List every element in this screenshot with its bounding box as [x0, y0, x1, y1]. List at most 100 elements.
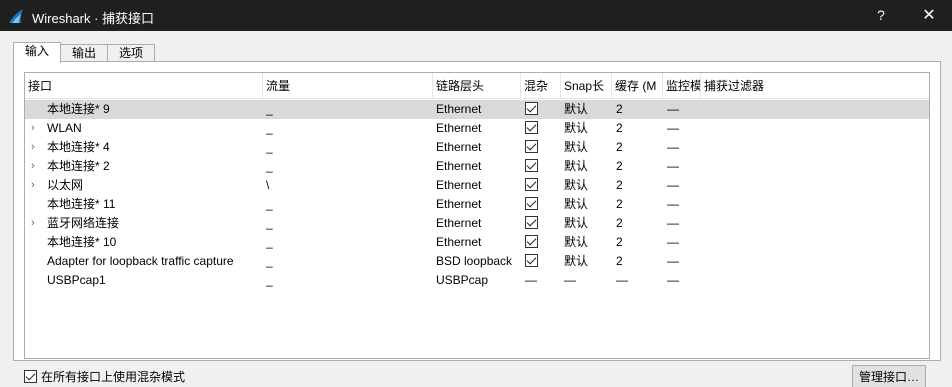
table-row[interactable]: › 本地连接* 2 _ Ethernet 默认 2 — — [25, 157, 929, 176]
cell-traffic: _ — [266, 216, 273, 230]
cell-traffic: _ — [266, 197, 273, 211]
expand-chevron-icon[interactable]: › — [31, 214, 41, 233]
checkbox-checked-icon[interactable] — [525, 140, 538, 154]
cell-link-layer: Ethernet — [436, 159, 482, 173]
checkbox-checked-icon[interactable] — [525, 254, 538, 268]
cell-interface: 本地连接* 2 — [47, 159, 110, 173]
promisc-all-checkbox[interactable]: 在所有接口上使用混杂模式 — [24, 369, 185, 385]
cell-snaplen: 默认 — [564, 102, 589, 116]
table-row[interactable]: › 蓝牙网络连接 _ Ethernet 默认 2 — — [25, 214, 929, 233]
table-row[interactable]: 本地连接* 10 _ Ethernet 默认 2 — — [25, 233, 929, 252]
cell-link-layer: Ethernet — [436, 140, 482, 154]
interface-table[interactable]: 接口 流量 链路层头 混杂 Snap长 缓存 (M 监控模 捕获过滤器 本地连接… — [24, 72, 930, 359]
cell-capture-filter[interactable] — [704, 214, 924, 233]
cell-link-layer: USBPcap — [436, 273, 489, 287]
cell-capture-filter[interactable] — [704, 176, 924, 195]
column-header-promiscuous[interactable]: 混杂 — [521, 73, 561, 99]
checkbox-checked-icon[interactable] — [525, 159, 538, 173]
table-row[interactable]: › 以太网 \ Ethernet 默认 2 — — [25, 176, 929, 195]
tab-output[interactable]: 输出 — [60, 44, 108, 62]
tab-input[interactable]: 输入 — [13, 42, 61, 63]
cell-promiscuous[interactable] — [525, 138, 561, 157]
cell-promiscuous[interactable] — [525, 100, 561, 119]
cell-capture-filter[interactable] — [704, 252, 924, 271]
cell-interface: Adapter for loopback traffic capture — [47, 254, 234, 268]
cell-buffer: — — [616, 273, 628, 287]
cell-promiscuous[interactable] — [525, 214, 561, 233]
cell-interface: 蓝牙网络连接 — [47, 216, 120, 230]
column-header-link-layer[interactable]: 链路层头 — [433, 73, 521, 99]
cell-snaplen: 默认 — [564, 178, 589, 192]
cell-promiscuous: — — [525, 273, 537, 287]
cell-promiscuous[interactable] — [525, 176, 561, 195]
checkbox-checked-icon[interactable] — [525, 178, 538, 192]
cell-interface: 本地连接* 10 — [47, 235, 117, 249]
checkbox-checked-icon[interactable] — [525, 216, 538, 230]
cell-link-layer: Ethernet — [436, 178, 482, 192]
cell-promiscuous[interactable] — [525, 195, 561, 214]
cell-promiscuous[interactable] — [525, 233, 561, 252]
cell-capture-filter[interactable] — [704, 119, 924, 138]
cell-snaplen: — — [564, 273, 576, 287]
cell-interface: USBPcap1 — [47, 273, 106, 287]
checkbox-checked-icon[interactable] — [525, 121, 538, 135]
cell-link-layer: BSD loopback — [436, 254, 513, 268]
column-header-traffic[interactable]: 流量 — [263, 73, 433, 99]
tab-options[interactable]: 选项 — [107, 44, 155, 62]
cell-traffic: _ — [266, 121, 273, 135]
checkbox-checked-icon[interactable] — [24, 370, 37, 384]
column-header-interface[interactable]: 接口 — [25, 73, 263, 99]
cell-link-layer: Ethernet — [436, 197, 482, 211]
cell-monitor-mode: — — [667, 273, 679, 287]
cell-monitor-mode: — — [667, 159, 679, 173]
expand-chevron-icon[interactable]: › — [31, 176, 41, 195]
cell-capture-filter[interactable] — [704, 271, 924, 290]
cell-promiscuous[interactable] — [525, 119, 561, 138]
cell-monitor-mode: — — [667, 140, 679, 154]
cell-buffer: 2 — [616, 197, 623, 211]
table-row[interactable]: 本地连接* 9 _ Ethernet 默认 2 — — [25, 100, 929, 119]
cell-capture-filter[interactable] — [704, 195, 924, 214]
manage-interfaces-button[interactable]: 管理接口… — [852, 365, 926, 387]
expand-chevron-icon[interactable]: › — [31, 119, 41, 138]
close-button[interactable]: ✕ — [906, 0, 952, 31]
cell-buffer: 2 — [616, 102, 623, 116]
cell-interface: WLAN — [47, 121, 82, 135]
cell-monitor-mode: — — [667, 254, 679, 268]
column-header-capture-filter[interactable]: 捕获过滤器 — [701, 73, 929, 99]
cell-promiscuous[interactable] — [525, 252, 561, 271]
checkbox-checked-icon[interactable] — [525, 102, 538, 116]
cell-capture-filter[interactable] — [704, 233, 924, 252]
cell-buffer: 2 — [616, 178, 623, 192]
table-row[interactable]: USBPcap1 _ USBPcap — — — — — [25, 271, 929, 290]
checkbox-checked-icon[interactable] — [525, 197, 538, 211]
cell-promiscuous[interactable] — [525, 157, 561, 176]
table-row[interactable]: 本地连接* 11 _ Ethernet 默认 2 — — [25, 195, 929, 214]
cell-snaplen: 默认 — [564, 254, 589, 268]
cell-interface: 本地连接* 4 — [47, 140, 110, 154]
cell-capture-filter[interactable] — [704, 138, 924, 157]
cell-buffer: 2 — [616, 140, 623, 154]
help-button[interactable]: ? — [858, 0, 904, 31]
cell-traffic: _ — [266, 254, 273, 268]
expand-chevron-icon[interactable]: › — [31, 138, 41, 157]
column-header-snaplen[interactable]: Snap长 — [561, 73, 612, 99]
cell-capture-filter[interactable] — [704, 100, 924, 119]
expand-chevron-icon[interactable]: › — [31, 157, 41, 176]
promisc-all-label: 在所有接口上使用混杂模式 — [41, 370, 186, 384]
cell-interface: 以太网 — [47, 178, 84, 192]
table-row[interactable]: Adapter for loopback traffic capture _ BSD… — [25, 252, 929, 271]
cell-snaplen: 默认 — [564, 140, 589, 154]
column-header-monitor-mode[interactable]: 监控模 — [663, 73, 701, 99]
table-header: 接口 流量 链路层头 混杂 Snap长 缓存 (M 监控模 捕获过滤器 — [25, 73, 929, 99]
column-header-buffer[interactable]: 缓存 (M — [612, 73, 663, 99]
checkbox-checked-icon[interactable] — [525, 235, 538, 249]
table-row[interactable]: › WLAN _ Ethernet 默认 2 — — [25, 119, 929, 138]
cell-snaplen: 默认 — [564, 197, 589, 211]
wireshark-fin-icon — [9, 9, 23, 23]
cell-snaplen: 默认 — [564, 235, 589, 249]
cell-capture-filter[interactable] — [704, 157, 924, 176]
table-row[interactable]: › 本地连接* 4 _ Ethernet 默认 2 — — [25, 138, 929, 157]
cell-traffic: _ — [266, 140, 273, 154]
cell-link-layer: Ethernet — [436, 121, 482, 135]
